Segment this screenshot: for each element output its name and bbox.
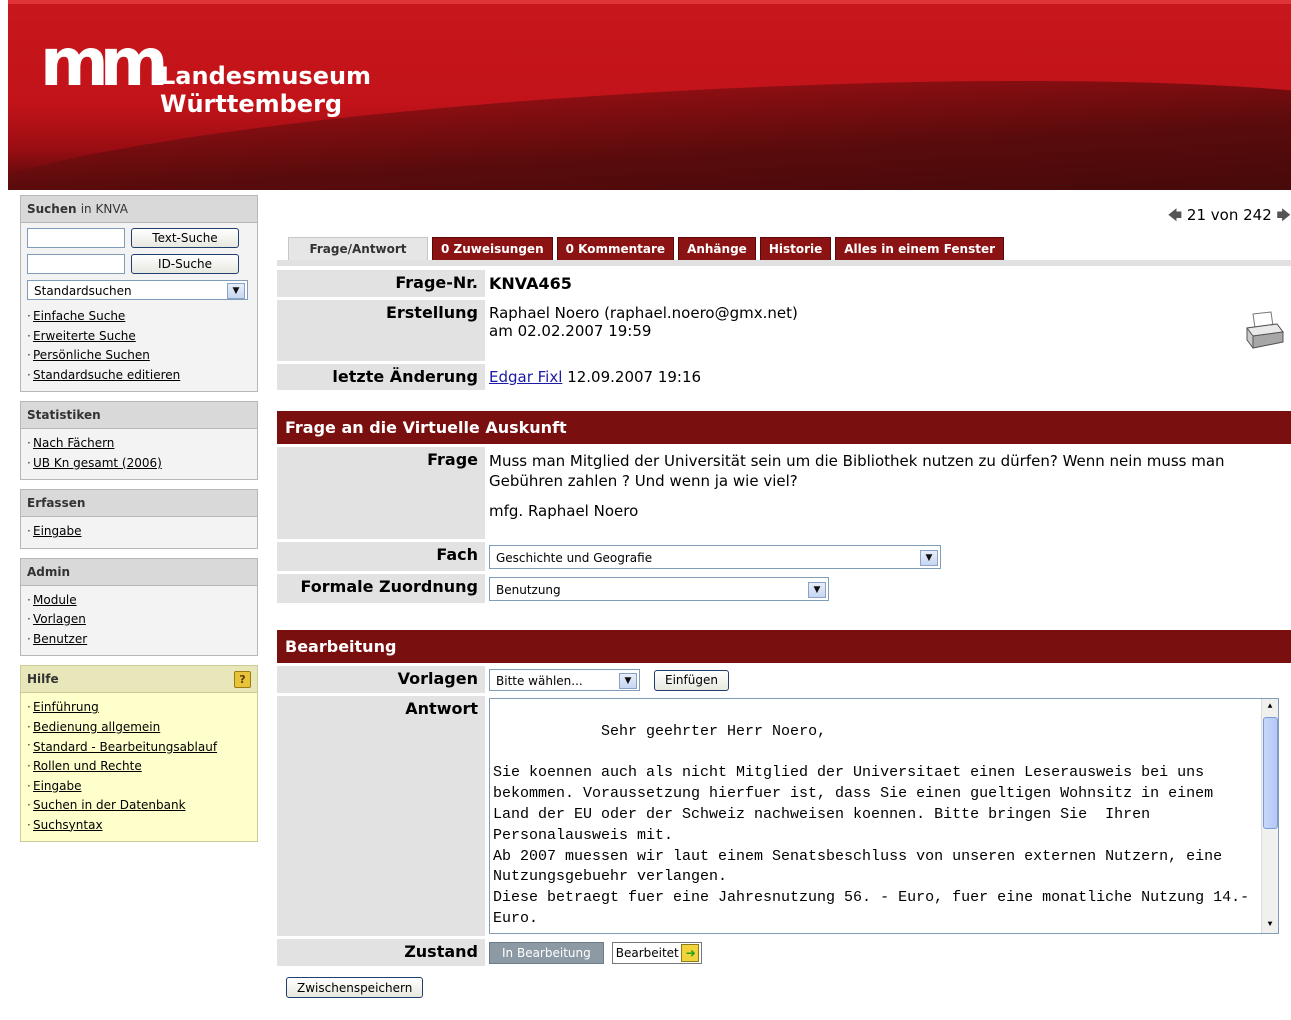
frage-table: Frage Muss man Mitglied der Universität … bbox=[277, 444, 1291, 606]
antwort-textarea[interactable]: Sehr geehrter Herr Noero, Sie koennen au… bbox=[489, 698, 1279, 934]
record-tabs: Frage/Antwort 0 Zuweisungen 0 Kommentare… bbox=[288, 237, 1005, 260]
capture-title: Erfassen bbox=[21, 490, 257, 517]
search-box: Suchen in KNVA Text-Suche ID-Suche Stand… bbox=[20, 195, 258, 392]
link-benutzer[interactable]: Benutzer bbox=[33, 632, 87, 646]
chevron-down-icon: ▼ bbox=[920, 550, 938, 566]
link-einfache-suche[interactable]: Einfache Suche bbox=[33, 309, 125, 323]
printer-icon[interactable] bbox=[1243, 310, 1285, 352]
record-pager: 🡄 21 von 242 🡆 bbox=[1168, 205, 1291, 229]
einfuegen-button[interactable]: Einfügen bbox=[654, 669, 729, 691]
arrow-left-icon[interactable]: 🡄 bbox=[1168, 208, 1182, 224]
textarea-scrollbar[interactable]: ▲ ▼ bbox=[1261, 699, 1278, 933]
scrollbar-thumb[interactable] bbox=[1263, 717, 1278, 829]
statistics-box: Statistiken Nach Fächern UB Kn gesamt (2… bbox=[20, 401, 258, 480]
link-erweiterte-suche[interactable]: Erweiterte Suche bbox=[33, 329, 136, 343]
chevron-down-icon: ▼ bbox=[619, 673, 637, 689]
vorlagen-select[interactable]: Bitte wählen... ▼ bbox=[489, 669, 640, 691]
header-top-line bbox=[8, 0, 1291, 4]
tab-underline bbox=[277, 260, 1291, 266]
section-frage-title: Frage an die Virtuelle Auskunft bbox=[277, 411, 1291, 444]
link-persoenliche-suchen[interactable]: Persönliche Suchen bbox=[33, 348, 150, 362]
link-vorlagen[interactable]: Vorlagen bbox=[33, 612, 86, 626]
search-box-title: Suchen in KNVA bbox=[21, 196, 257, 223]
logo-line-1: Landesmuseum bbox=[160, 62, 372, 90]
erstellung-date: am 02.02.2007 19:59 bbox=[489, 322, 652, 340]
bearbeitung-table: Vorlagen Bitte wählen... ▼ Einfügen Antw… bbox=[277, 663, 1291, 969]
vorlagen-label: Vorlagen bbox=[277, 666, 485, 693]
scroll-down-icon[interactable]: ▼ bbox=[1262, 917, 1278, 933]
link-nach-faechern[interactable]: Nach Fächern bbox=[33, 436, 114, 450]
site-header: mm Landesmuseum Württemberg bbox=[8, 0, 1291, 190]
tab-zuweisungen[interactable]: 0 Zuweisungen bbox=[432, 237, 553, 260]
logo-text: Landesmuseum Württemberg bbox=[160, 62, 371, 118]
antwort-label: Antwort bbox=[277, 696, 485, 936]
link-suchen-in-der-datenbank[interactable]: Suchen in der Datenbank bbox=[33, 798, 186, 812]
zustand-label: Zustand bbox=[277, 939, 485, 966]
frage-text: Muss man Mitglied der Universität sein u… bbox=[489, 452, 1225, 490]
link-standard-bearbeitungsablauf[interactable]: Standard - Bearbeitungsablauf bbox=[33, 740, 217, 754]
chevron-down-icon: ▼ bbox=[808, 582, 826, 598]
zustand-in-bearbeitung[interactable]: In Bearbeitung bbox=[489, 942, 604, 964]
frage-label: Frage bbox=[277, 447, 485, 539]
aenderung-date: 12.09.2007 19:16 bbox=[567, 368, 702, 386]
arrow-right-green-icon: ➜ bbox=[680, 944, 699, 962]
link-standardsuche-editieren[interactable]: Standardsuche editieren bbox=[33, 368, 180, 382]
tab-frage-antwort[interactable]: Frage/Antwort bbox=[288, 237, 428, 260]
fach-select[interactable]: Geschichte und Geografie ▼ bbox=[489, 545, 941, 569]
admin-title: Admin bbox=[21, 558, 257, 586]
fach-label: Fach bbox=[277, 542, 485, 571]
id-search-input[interactable] bbox=[27, 254, 125, 274]
logo-mark: mm bbox=[40, 24, 169, 101]
logo-line-2: Württemberg bbox=[160, 90, 343, 118]
arrow-right-icon[interactable]: 🡆 bbox=[1277, 208, 1291, 224]
id-search-button[interactable]: ID-Suche bbox=[131, 254, 239, 274]
tab-alles-in-einem-fenster[interactable]: Alles in einem Fenster bbox=[835, 237, 1005, 260]
link-rollen-und-rechte[interactable]: Rollen und Rechte bbox=[33, 759, 142, 773]
tab-anhaenge[interactable]: Anhänge bbox=[678, 237, 756, 260]
link-bedienung-allgemein[interactable]: Bedienung allgemein bbox=[33, 720, 160, 734]
capture-box: Erfassen Eingabe bbox=[20, 489, 258, 549]
chevron-down-icon: ▼ bbox=[227, 283, 245, 299]
tab-kommentare[interactable]: 0 Kommentare bbox=[556, 237, 675, 260]
help-icon[interactable]: ? bbox=[234, 671, 251, 688]
erstellung-author: Raphael Noero (raphael.noero@gmx.net) bbox=[489, 304, 798, 322]
zuordnung-select[interactable]: Benutzung ▼ bbox=[489, 577, 829, 601]
aenderung-value: Edgar Fixl 12.09.2007 19:16 bbox=[485, 364, 1291, 390]
scroll-up-icon[interactable]: ▲ bbox=[1262, 699, 1278, 715]
aenderung-label: letzte Änderung bbox=[277, 364, 485, 390]
text-search-input[interactable] bbox=[27, 228, 125, 248]
statistics-title: Statistiken bbox=[21, 402, 257, 429]
pager-text: 21 von 242 bbox=[1186, 206, 1272, 224]
record-meta-table: Frage-Nr. KNVA465 Erstellung Raphael Noe… bbox=[277, 267, 1291, 393]
link-hilfe-eingabe[interactable]: Eingabe bbox=[33, 779, 82, 793]
help-title: Hilfe ? bbox=[21, 666, 257, 693]
erstellung-value: Raphael Noero (raphael.noero@gmx.net) am… bbox=[485, 300, 1291, 361]
link-module[interactable]: Module bbox=[33, 593, 77, 607]
erstellung-label: Erstellung bbox=[277, 300, 485, 361]
frage-nr-value: KNVA465 bbox=[485, 270, 1291, 297]
link-einfuehrung[interactable]: Einführung bbox=[33, 700, 99, 714]
zustand-bearbeitet[interactable]: Bearbeitet ➜ bbox=[611, 942, 702, 964]
frage-nr-label: Frage-Nr. bbox=[277, 270, 485, 297]
link-suchsyntax[interactable]: Suchsyntax bbox=[33, 818, 103, 832]
frage-value: Muss man Mitglied der Universität sein u… bbox=[485, 447, 1291, 539]
section-bearbeitung-title: Bearbeitung bbox=[277, 630, 1291, 663]
link-eingabe[interactable]: Eingabe bbox=[33, 524, 82, 538]
frage-signature: mfg. Raphael Noero bbox=[489, 502, 639, 520]
zwischenspeichern-button[interactable]: Zwischenspeichern bbox=[286, 977, 424, 998]
link-ub-kn-gesamt[interactable]: UB Kn gesamt (2006) bbox=[33, 456, 162, 470]
text-search-button[interactable]: Text-Suche bbox=[131, 228, 239, 248]
aenderung-user-link[interactable]: Edgar Fixl bbox=[489, 368, 562, 386]
sidebar: Suchen in KNVA Text-Suche ID-Suche Stand… bbox=[20, 195, 258, 851]
tab-historie[interactable]: Historie bbox=[759, 237, 832, 260]
admin-box: Admin Module Vorlagen Benutzer bbox=[20, 557, 258, 656]
help-box: Hilfe ? Einführung Bedienung allgemein S… bbox=[20, 665, 258, 842]
standard-search-select[interactable]: Standardsuchen ▼ bbox=[27, 280, 248, 300]
zuordnung-label: Formale Zuordnung bbox=[277, 574, 485, 603]
